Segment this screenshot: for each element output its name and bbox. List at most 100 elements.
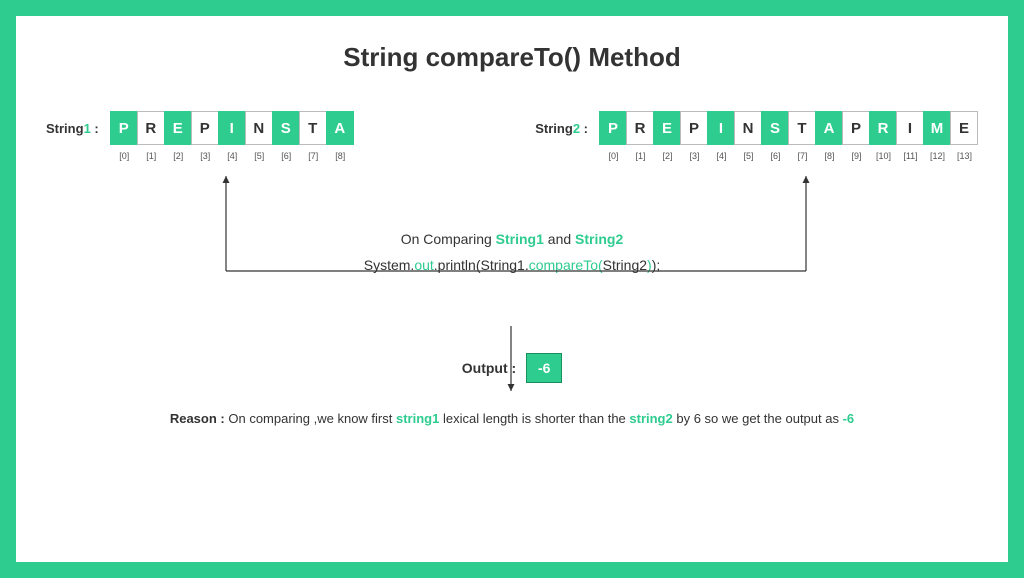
char-cell-col: E[2] [165,111,192,161]
code-p1: System. [364,257,415,273]
reason-t2: lexical length is shorter than the [443,411,629,426]
char-cell: P [599,111,627,145]
char-cell: T [299,111,327,145]
code-p7: ); [652,257,661,273]
char-cell: P [680,111,708,145]
compare-mid: and [548,231,575,247]
char-cell-col: P [3] [192,111,219,161]
string2-block: String2 : P[0]R[1]E[2]P[3]I[4]N[5]S[6]T[… [535,111,978,161]
char-index: [12] [930,151,945,161]
char-index: [6] [770,151,780,161]
char-index: [11] [903,151,917,161]
string1-block: String1 : P[0]R[1]E[2]P[3]I[4]N[5]S[6]T[… [46,111,354,161]
string2-label: String2 : [535,121,588,136]
char-index: [5] [254,151,264,161]
char-cell-col: R [1] [138,111,165,161]
char-cell: R [137,111,165,145]
reason-text: Reason : On comparing ,we know first str… [46,411,978,426]
char-cell-col: P [9] [843,111,870,161]
reason-label: Reason : [170,411,225,426]
char-cell-col: A [8] [816,111,843,161]
char-cell: M [923,111,951,145]
output-label: Output : [462,360,516,376]
char-index: [10] [876,151,891,161]
char-index: [13] [957,151,972,161]
diagram-frame: String compareTo() Method String1 : P[0]… [0,0,1024,578]
char-index: [7] [797,151,807,161]
string1-label-suffix: : [91,121,99,136]
char-index: [1] [146,151,156,161]
code-p3: .println(String1. [434,257,529,273]
char-cell-col: A [8] [327,111,354,161]
strings-row: String1 : P[0]R[1]E[2]P[3]I[4]N[5]S[6]T[… [46,111,978,161]
char-cell: R [869,111,897,145]
char-cell: I [707,111,735,145]
reason-val: -6 [843,411,855,426]
char-cell: I [218,111,246,145]
char-cell-col: M [12] [924,111,951,161]
char-cell-col: P[0] [600,111,627,161]
reason-t3: by 6 so we get the output as [676,411,842,426]
char-cell-col: P [3] [681,111,708,161]
code-p5: String2 [603,257,647,273]
code-line: System.out.println(String1.compareTo(Str… [46,257,978,273]
char-cell: S [761,111,789,145]
char-cell: N [734,111,762,145]
char-cell-col: S [6] [762,111,789,161]
output-row: Output : -6 [46,353,978,383]
char-cell-col: T[7] [789,111,816,161]
char-cell-col: I [4] [708,111,735,161]
char-cell-col: E [13] [951,111,978,161]
char-index: [8] [824,151,834,161]
compare-s2: String2 [575,231,623,247]
char-cell: E [164,111,192,145]
char-cell-col: N [5] [735,111,762,161]
output-box: -6 [526,353,562,383]
code-p4: compareTo( [529,257,603,273]
char-cell: I [896,111,924,145]
char-index: [3] [200,151,210,161]
char-index: [2] [662,151,672,161]
char-index: [8] [335,151,345,161]
char-index: [0] [119,151,129,161]
char-cell: A [326,111,354,145]
compare-s1: String1 [496,231,544,247]
char-index: [9] [851,151,861,161]
string2-cells: P[0]R[1]E[2]P[3]I[4]N[5]S[6]T[7]A[8]P[9]… [600,111,978,161]
char-cell-col: E [2] [654,111,681,161]
char-cell: A [815,111,843,145]
char-cell: P [191,111,219,145]
string1-label-prefix: String [46,121,84,136]
string2-label-num: 2 [573,121,580,136]
compare-text: On Comparing String1 and String2 [46,231,978,247]
arrows-svg [16,16,1008,562]
string1-label: String1 : [46,121,99,136]
diagram-inner: String compareTo() Method String1 : P[0]… [16,16,1008,562]
char-cell-col: P [0] [111,111,138,161]
char-cell: P [842,111,870,145]
char-cell: E [950,111,978,145]
string1-label-num: 1 [84,121,91,136]
char-index: [4] [716,151,726,161]
char-cell: R [626,111,654,145]
char-cell: P [110,111,138,145]
char-cell: E [653,111,681,145]
string2-label-prefix: String [535,121,573,136]
page-title: String compareTo() Method [46,42,978,73]
char-index: [7] [308,151,318,161]
string2-label-suffix: : [580,121,588,136]
char-cell-col: S [6] [273,111,300,161]
char-cell: S [272,111,300,145]
char-index: [3] [689,151,699,161]
reason-t1: On comparing ,we know first [228,411,396,426]
string1-cells: P[0]R[1]E[2]P[3]I[4]N[5]S[6]T[7]A[8] [111,111,354,161]
char-cell-col: R[1] [627,111,654,161]
char-index: [4] [227,151,237,161]
char-cell-col: I [11] [897,111,924,161]
char-index: [6] [281,151,291,161]
char-cell-col: I [4] [219,111,246,161]
compare-prefix: On Comparing [401,231,496,247]
char-cell-col: R [10] [870,111,897,161]
char-index: [5] [743,151,753,161]
char-cell-col: T [7] [300,111,327,161]
